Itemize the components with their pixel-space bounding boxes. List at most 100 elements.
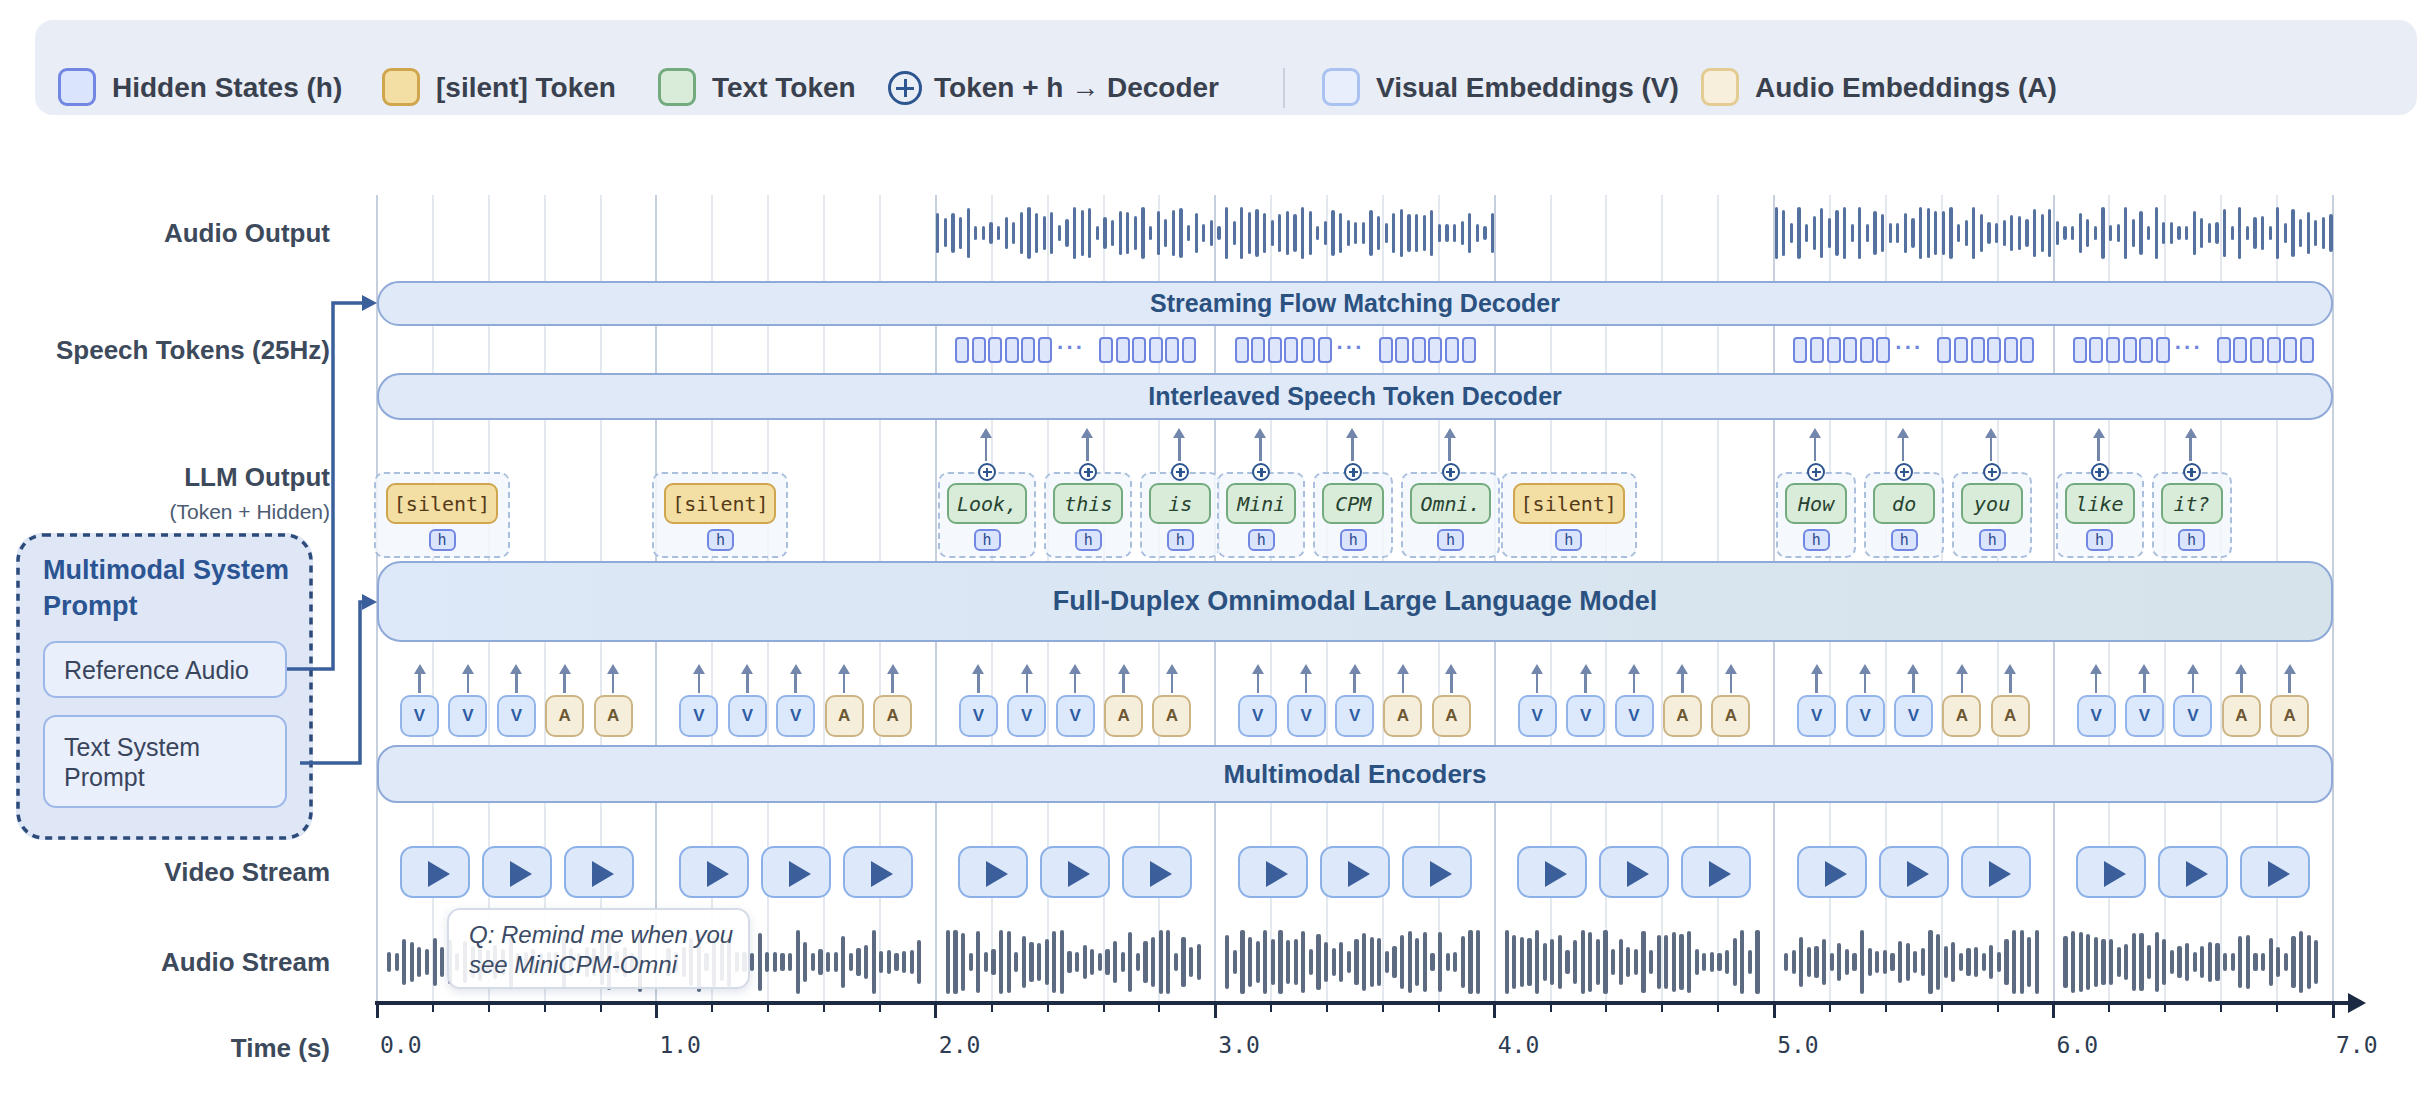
audio-stream-waveform xyxy=(2117,947,2121,978)
audio-stream-waveform xyxy=(1098,953,1102,970)
audio-stream-waveform xyxy=(1822,939,1826,985)
audio-output-waveform xyxy=(2071,226,2074,240)
token-up-arrow-shaft xyxy=(1351,436,1354,461)
plus-in-circle-icon xyxy=(1252,463,1270,481)
audio-output-waveform xyxy=(1934,211,1937,256)
speech-token xyxy=(972,337,986,363)
embedding-up-arrow-shaft xyxy=(891,672,894,693)
audio-stream-waveform xyxy=(2139,933,2143,992)
audio-output-waveform xyxy=(1172,210,1175,255)
audio-output-waveform xyxy=(2238,207,2241,259)
speech-token xyxy=(2020,337,2034,363)
audio-stream-waveform xyxy=(1248,937,1252,986)
plus-in-circle-icon xyxy=(1442,463,1460,481)
visual-swatch-icon xyxy=(1322,68,1360,106)
embedding-up-arrow-shaft xyxy=(843,672,846,693)
visual-embedding-token: V xyxy=(1335,695,1374,737)
tick-minor xyxy=(432,1003,434,1012)
audio-stream-waveform xyxy=(961,933,965,991)
audio-stream-waveform xyxy=(803,942,807,983)
audio-stream-waveform xyxy=(2162,939,2166,985)
speech-token xyxy=(1149,337,1163,363)
audio-stream-waveform xyxy=(1408,931,1412,993)
axis-arrowhead xyxy=(2348,993,2366,1013)
audio-stream-waveform xyxy=(1944,946,1948,979)
audio-output-waveform xyxy=(1851,224,1854,241)
hidden-state-chip: h xyxy=(1248,529,1275,551)
audio-stream-waveform xyxy=(991,949,995,975)
audio-stream-waveform xyxy=(1029,942,1033,983)
audio-stream-waveform xyxy=(1083,945,1087,978)
audio-output-waveform xyxy=(2025,219,2028,248)
audio-stream-waveform xyxy=(834,952,838,972)
audio-output-waveform xyxy=(2170,222,2173,245)
audio-stream-waveform xyxy=(1263,930,1267,994)
tick-minor xyxy=(1438,1003,1440,1012)
legend-label: Audio Embeddings (A) xyxy=(1755,72,2057,104)
speech-token xyxy=(1462,337,1476,363)
audio-stream-waveform xyxy=(780,953,784,970)
token-up-arrow-head xyxy=(1897,428,1909,438)
audio-stream-waveform xyxy=(1324,942,1328,982)
embedding-up-arrow-head xyxy=(2004,664,2016,674)
speech-token xyxy=(1860,337,1874,363)
embedding-up-arrow-head xyxy=(2138,664,2150,674)
audio-stream-waveform xyxy=(2012,930,2016,994)
embedding-up-arrow-head xyxy=(1445,664,1457,674)
audio-output-waveform xyxy=(1995,223,1998,244)
play-icon xyxy=(510,861,532,887)
legend-label: [silent] Token xyxy=(436,72,616,104)
audio-output-waveform xyxy=(1157,211,1160,255)
token-up-arrow-head xyxy=(1809,428,1821,438)
audio-output-waveform xyxy=(1119,211,1122,255)
embedding-up-arrow-head xyxy=(1252,664,1264,674)
audio-output-waveform xyxy=(2322,217,2325,248)
audio-output-waveform xyxy=(1483,226,1486,240)
audio-output-waveform xyxy=(1904,213,1907,253)
audio-stream-waveform xyxy=(2079,932,2083,992)
audio-stream-waveform xyxy=(902,951,906,973)
silent-swatch-icon xyxy=(382,68,420,106)
visual-embedding-token: V xyxy=(1056,695,1095,737)
tick-minor xyxy=(2164,1003,2166,1012)
legend-label: Text Token xyxy=(712,72,856,104)
audio-stream-waveform xyxy=(1166,930,1170,994)
speech-token xyxy=(1843,337,1857,363)
audio-stream-waveform xyxy=(1423,932,1427,993)
text-token: do xyxy=(1873,483,1935,524)
play-icon xyxy=(871,861,893,887)
speech-token xyxy=(2073,337,2087,363)
audio-swatch-icon xyxy=(1701,68,1739,106)
token-up-arrow-shaft xyxy=(1086,436,1089,461)
audio-output-waveform xyxy=(2018,216,2021,250)
audio-stream-waveform xyxy=(1565,950,1569,973)
embedding-up-arrow-head xyxy=(1676,664,1688,674)
audio-stream-waveform xyxy=(872,930,876,994)
tick-major xyxy=(1773,1003,1776,1018)
hidden-state-chip: h xyxy=(1340,529,1367,551)
audio-output-waveform xyxy=(1987,222,1990,245)
plus-in-circle-icon xyxy=(1079,463,1097,481)
speech-token xyxy=(1445,337,1459,363)
audio-stream-waveform xyxy=(1309,949,1313,976)
hidden-state-chip: h xyxy=(707,529,734,551)
audio-stream-waveform xyxy=(1974,947,1978,977)
audio-output-waveform xyxy=(944,218,947,247)
audio-output-waveform xyxy=(1263,213,1266,253)
speech-token xyxy=(1038,337,1052,363)
audio-output-waveform xyxy=(2079,213,2082,254)
embedding-up-arrow-shaft xyxy=(1450,672,1453,693)
hidden-state-chip: h xyxy=(1075,529,1102,551)
visual-embedding-token: V xyxy=(1894,695,1933,737)
audio-output-waveform xyxy=(2041,214,2044,251)
text-token: Omni. xyxy=(1410,483,1491,524)
audio-output-waveform xyxy=(2307,212,2310,255)
audio-output-waveform xyxy=(982,226,985,240)
video-frame xyxy=(1402,846,1472,898)
llm-token-cell: likeh xyxy=(2056,472,2144,558)
audio-embedding-token: A xyxy=(1711,695,1750,737)
audio-output-waveform xyxy=(1286,211,1289,254)
llm-token-cell: [silent]h xyxy=(1501,472,1637,558)
audio-stream-waveform xyxy=(2147,945,2151,979)
audio-embedding-token: A xyxy=(2270,695,2309,737)
